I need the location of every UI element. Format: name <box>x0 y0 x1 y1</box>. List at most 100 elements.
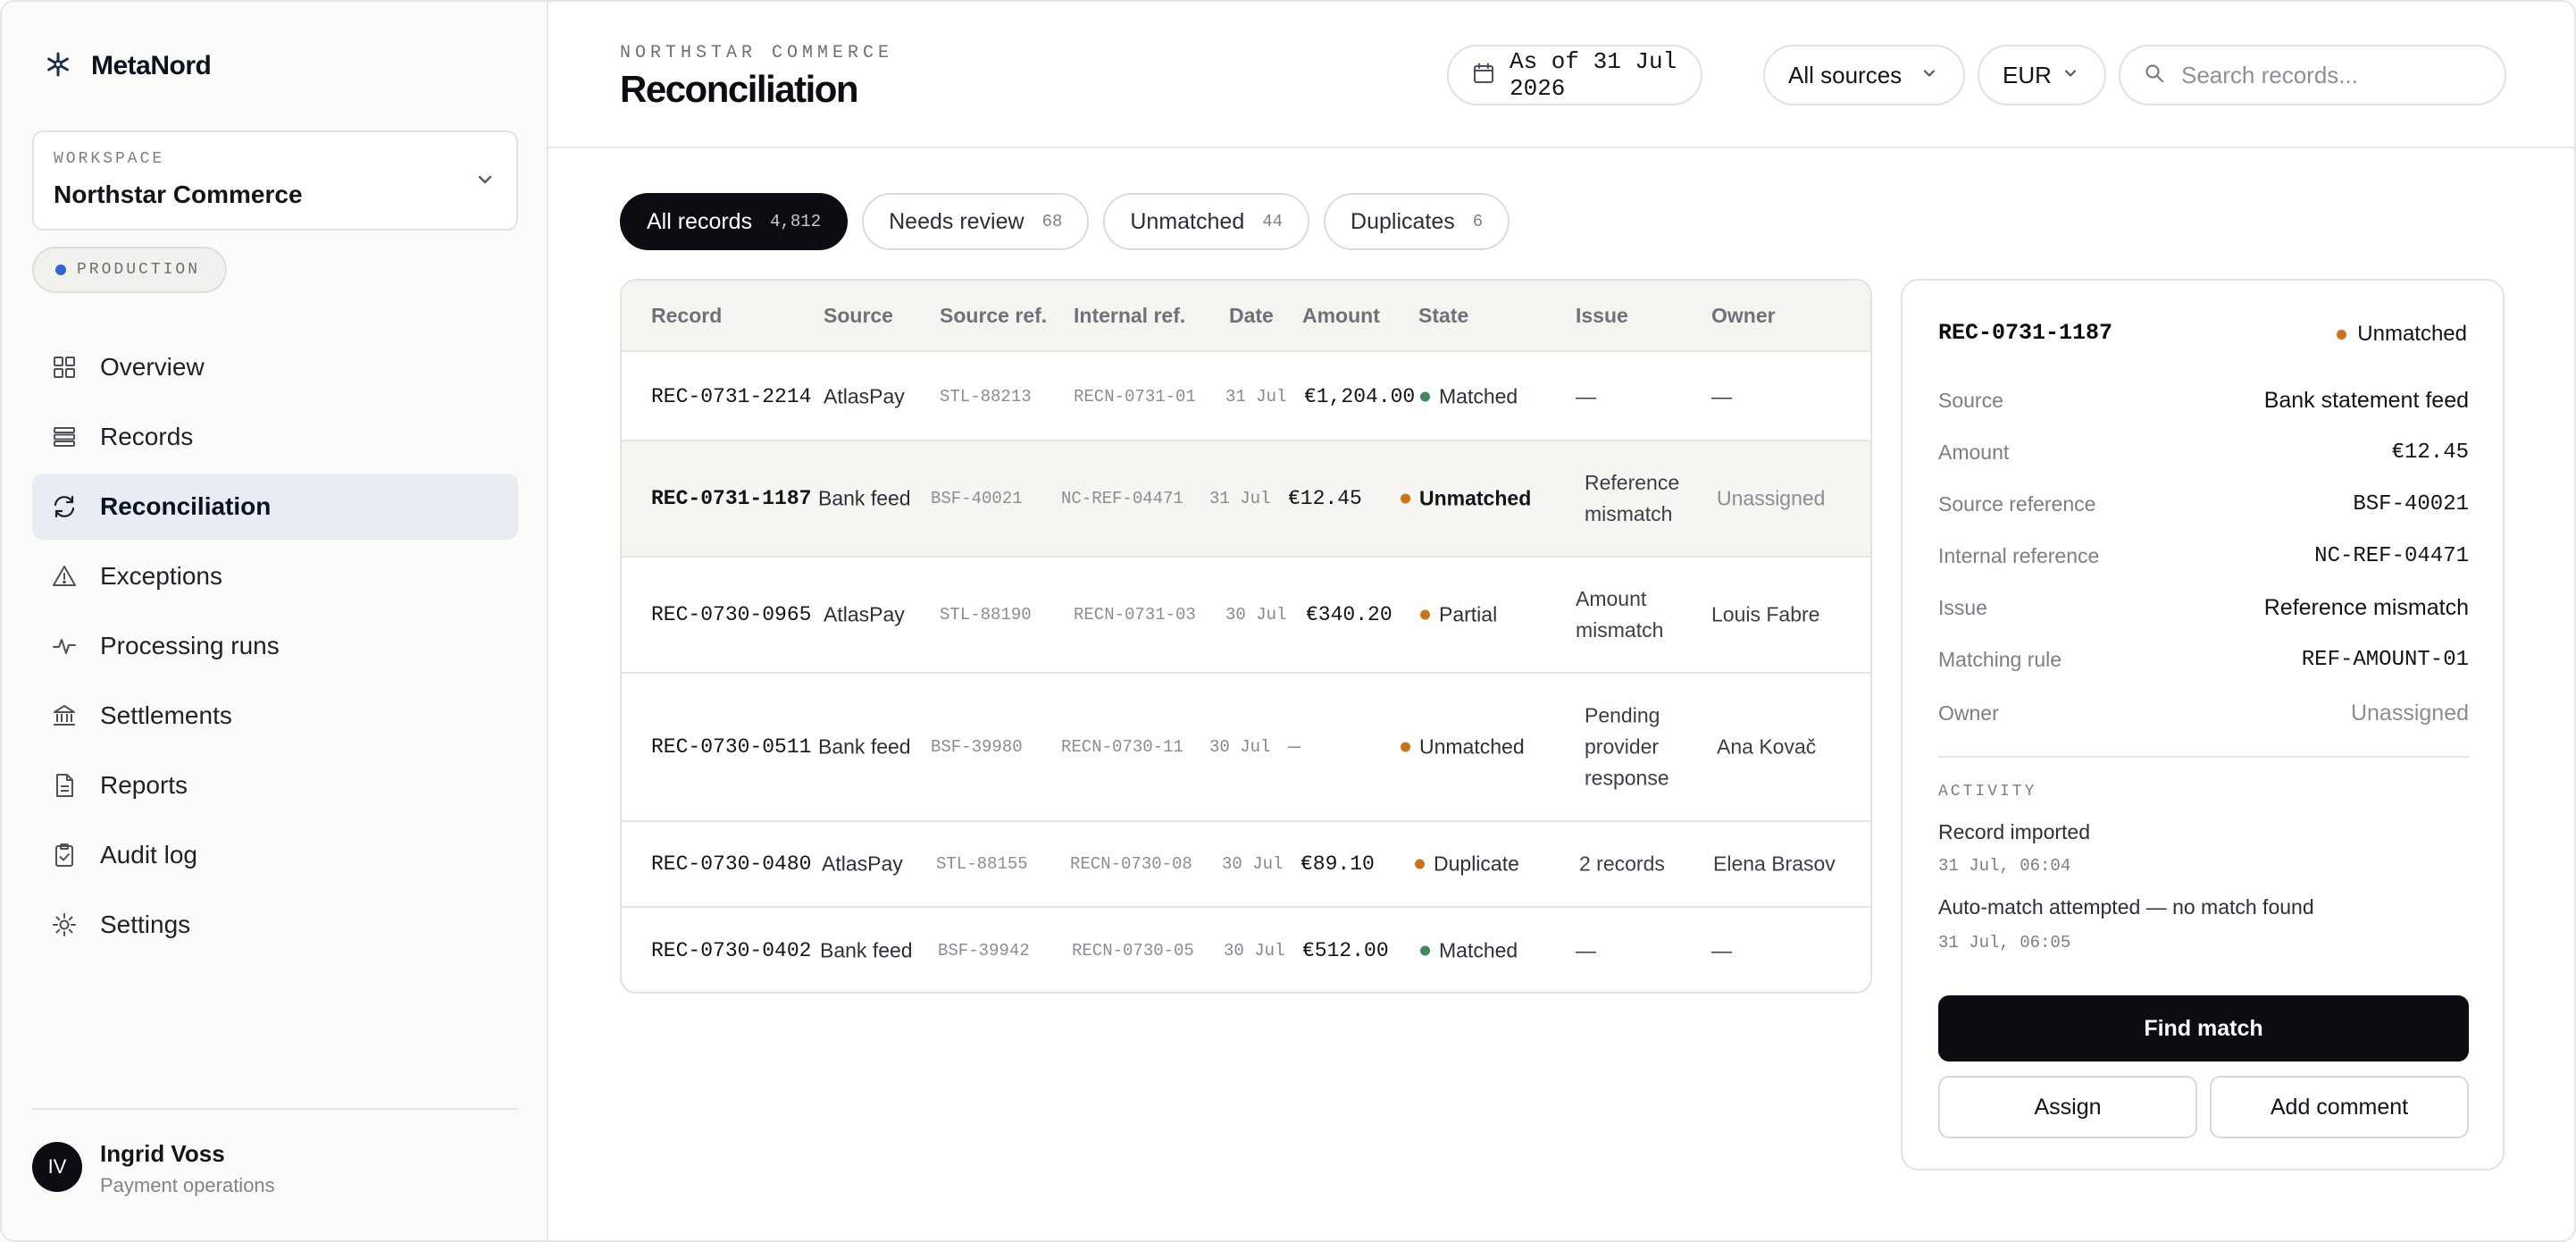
sidebar-item-reports[interactable]: Reports <box>32 752 518 818</box>
table-row[interactable]: REC-0730-0402 Bank feed BSF-39942 RECN-0… <box>622 908 1870 992</box>
tab-duplicates[interactable]: Duplicates 6 <box>1324 193 1510 250</box>
app-window: MetaNord WORKSPACE Northstar Commerce PR… <box>0 0 2576 1242</box>
chevron-down-icon <box>475 170 495 194</box>
records-table: Record Source Source ref. Internal ref. … <box>620 279 1872 994</box>
tab-label: All records <box>647 208 753 234</box>
tab-count: 44 <box>1262 212 1284 231</box>
gear-icon <box>50 911 79 939</box>
source-filter[interactable]: All sources <box>1763 45 1965 105</box>
table-row[interactable]: REC-0731-1187 Bank feed BSF-40021 NC-REF… <box>622 441 1870 558</box>
status-dot <box>1401 493 1410 504</box>
detail-record-id: REC-0731-1187 <box>1938 320 2113 346</box>
record-internal-ref: RECN-0730-08 <box>1070 854 1192 874</box>
record-internal-ref: NC-REF-04471 <box>1061 489 1183 508</box>
page-title: Reconciliation <box>620 68 859 110</box>
column-header-owner[interactable]: Owner <box>1711 304 1776 328</box>
table-row[interactable]: REC-0730-0480 AtlasPay STL-88155 RECN-07… <box>622 822 1870 908</box>
record-source-ref: BSF-39942 <box>938 941 1030 961</box>
workspace-switcher[interactable]: WORKSPACE Northstar Commerce <box>32 130 518 231</box>
tab-needs-review[interactable]: Needs review 68 <box>862 193 1090 250</box>
activity-item-text: Record imported <box>1938 820 2091 843</box>
record-date: 30 Jul <box>1209 737 1271 757</box>
field-label: Internal reference <box>1938 543 2100 567</box>
record-id: REC-0731-1187 <box>651 487 812 510</box>
search-input[interactable] <box>2181 61 2503 89</box>
tab-count: 68 <box>1041 212 1063 231</box>
find-match-button[interactable]: Find match <box>1938 995 2469 1062</box>
add-comment-button[interactable]: Add comment <box>2210 1076 2469 1138</box>
calendar-icon <box>1472 62 1495 89</box>
detail-field-source: Source Bank statement feed <box>1938 382 2469 418</box>
record-source: AtlasPay <box>822 852 903 876</box>
column-header-source[interactable]: Source <box>824 304 893 328</box>
record-amount: €12.45 <box>1288 487 1362 510</box>
document-icon <box>50 771 79 800</box>
record-amount: — <box>1288 735 1301 759</box>
status-dot <box>1420 391 1430 402</box>
sidebar-item-label: Audit log <box>100 841 197 869</box>
field-value: Unassigned <box>2350 700 2469 726</box>
record-source-ref: STL-88155 <box>936 854 1028 874</box>
avatar[interactable]: IV <box>32 1142 82 1192</box>
field-label: Source <box>1938 388 2003 412</box>
field-value: Reference mismatch <box>2263 594 2469 620</box>
sidebar-item-exceptions[interactable]: Exceptions <box>32 543 518 609</box>
record-date: 30 Jul <box>1224 941 1285 961</box>
sidebar-item-label: Settings <box>100 911 191 938</box>
sidebar-nav: Overview Records Reconciliation Exceptio… <box>32 334 518 961</box>
field-label: Issue <box>1938 595 1987 619</box>
sidebar-item-settings[interactable]: Settings <box>32 892 518 958</box>
sidebar-item-label: Settlements <box>100 701 232 729</box>
detail-field-issue: Issue Reference mismatch <box>1938 590 2469 625</box>
table-row[interactable]: REC-0730-0965 AtlasPay STL-88190 RECN-07… <box>622 558 1870 674</box>
table-row[interactable]: REC-0730-0511 Bank feed BSF-39980 RECN-0… <box>622 674 1870 822</box>
activity-item-text: Auto-match attempted — no match found <box>1938 895 2314 919</box>
clipboard-check-icon <box>50 841 79 869</box>
sidebar-item-overview[interactable]: Overview <box>32 334 518 400</box>
tab-unmatched[interactable]: Unmatched 44 <box>1103 193 1310 250</box>
bank-icon <box>50 701 79 730</box>
column-header-state[interactable]: State <box>1418 304 1468 328</box>
record-source-ref: STL-88190 <box>940 605 1032 625</box>
environment-label: PRODUCTION <box>77 261 201 279</box>
record-id: REC-0730-0511 <box>651 735 812 759</box>
record-internal-ref: RECN-0730-05 <box>1072 941 1194 961</box>
record-owner: Ana Kovač <box>1717 734 1817 759</box>
table-row[interactable]: REC-0731-2214 AtlasPay STL-88213 RECN-07… <box>622 354 1870 441</box>
detail-field-matching-rule: Matching rule REF-AMOUNT-01 <box>1938 642 2469 677</box>
sidebar-item-audit-log[interactable]: Audit log <box>32 822 518 888</box>
currency-select[interactable]: EUR <box>1978 45 2106 105</box>
brand[interactable]: MetaNord <box>45 48 212 84</box>
column-header-date[interactable]: Date <box>1229 304 1274 328</box>
search-box[interactable] <box>2119 45 2506 105</box>
user-role: Payment operations <box>100 1174 275 1196</box>
record-amount: €1,204.00 <box>1304 385 1416 408</box>
record-source: Bank feed <box>820 938 913 962</box>
sidebar-item-records[interactable]: Records <box>32 404 518 470</box>
record-source: Bank feed <box>818 486 911 510</box>
tab-all-records[interactable]: All records 4,812 <box>620 193 849 250</box>
column-header-source-ref[interactable]: Source ref. <box>940 304 1047 328</box>
sidebar-item-processing-runs[interactable]: Processing runs <box>32 613 518 679</box>
assign-button[interactable]: Assign <box>1938 1076 2197 1138</box>
date-filter[interactable]: As of 31 Jul 2026 <box>1447 45 1702 105</box>
field-label: Source reference <box>1938 491 2096 516</box>
column-header-internal-ref[interactable]: Internal ref. <box>1074 304 1185 328</box>
status-badge: Unmatched <box>1401 487 1531 511</box>
record-source: AtlasPay <box>824 602 905 626</box>
record-owner: Unassigned <box>1717 486 1826 510</box>
workspace-name: Northstar Commerce <box>54 180 303 208</box>
sidebar-item-label: Reconciliation <box>100 492 272 520</box>
sidebar-item-settlements[interactable]: Settlements <box>32 683 518 749</box>
record-issue: 2 records <box>1579 852 1665 876</box>
status-badge: Matched <box>1420 939 1518 963</box>
field-value: BSF-40021 <box>2353 491 2469 516</box>
column-header-record[interactable]: Record <box>651 304 722 328</box>
record-date: 30 Jul <box>1225 605 1287 625</box>
status-label: Unmatched <box>2357 322 2467 346</box>
column-header-issue[interactable]: Issue <box>1576 304 1628 328</box>
column-header-amount[interactable]: Amount <box>1302 304 1380 328</box>
sidebar: MetaNord WORKSPACE Northstar Commerce PR… <box>2 2 548 1240</box>
sidebar-item-reconciliation[interactable]: Reconciliation <box>32 474 518 540</box>
user-name: Ingrid Voss <box>100 1140 225 1167</box>
